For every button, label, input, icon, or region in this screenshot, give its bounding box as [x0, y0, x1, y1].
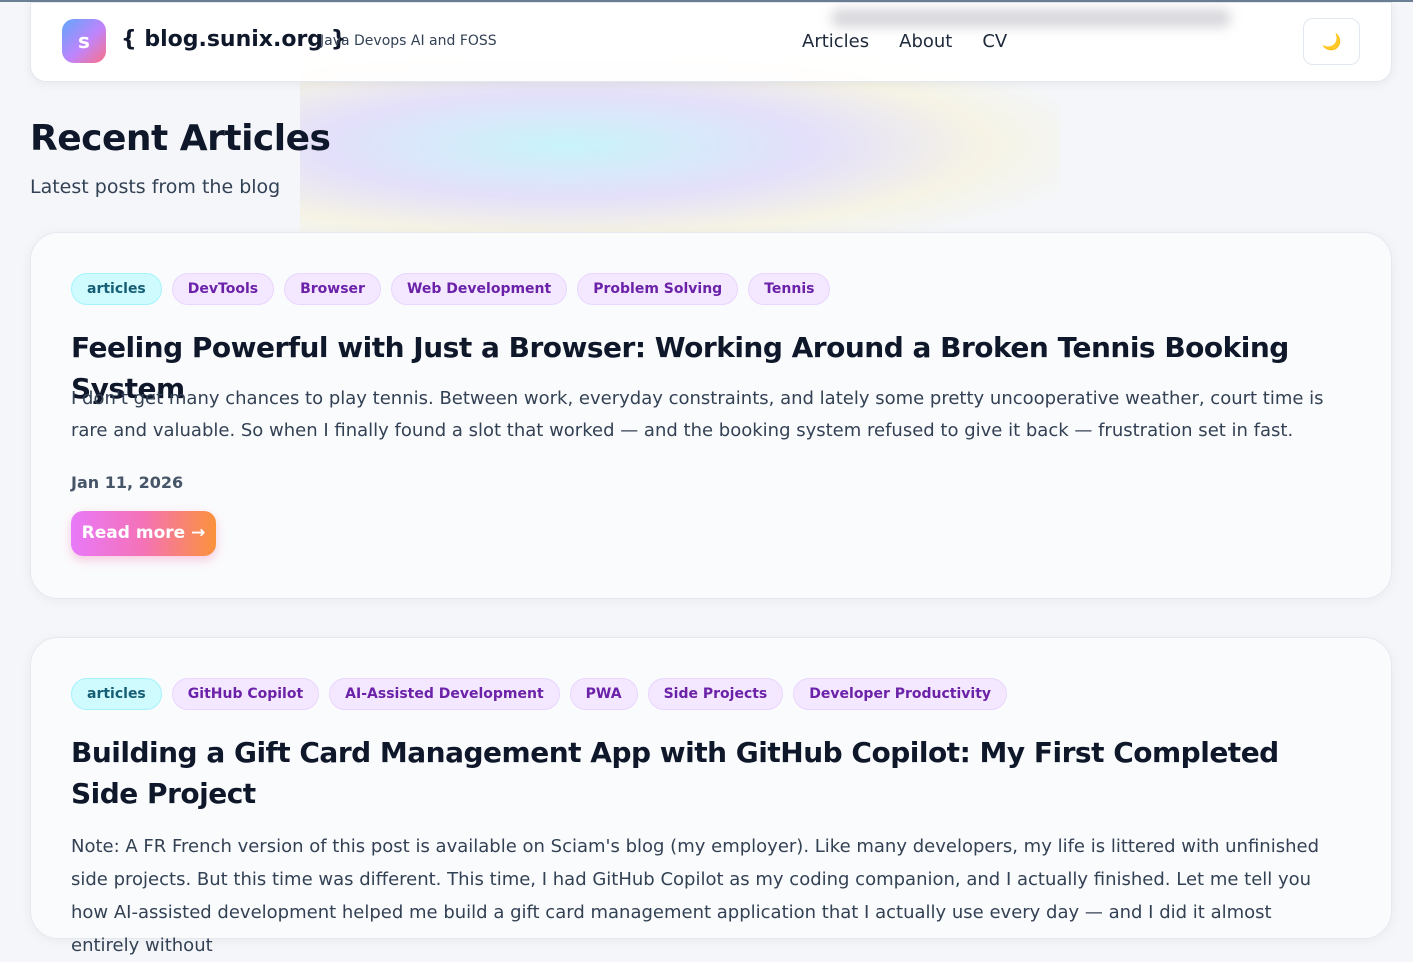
tag-side-projects[interactable]: Side Projects [647, 678, 784, 710]
tag-github-copilot[interactable]: GitHub Copilot [171, 678, 320, 710]
tag-list: articles DevTools Browser Web Developmen… [71, 273, 831, 305]
header-blur-artifact [831, 9, 1231, 27]
nav-articles[interactable]: Articles [802, 31, 869, 52]
article-card: articles GitHub Copilot AI-Assisted Deve… [30, 637, 1392, 956]
tag-devtools[interactable]: DevTools [171, 273, 275, 305]
tag-articles[interactable]: articles [71, 273, 162, 305]
tag-web-development[interactable]: Web Development [390, 273, 568, 305]
page-title: Recent Articles [30, 118, 331, 159]
page-subtitle: Latest posts from the blog [30, 176, 281, 198]
moon-icon: 🌙 [1321, 32, 1342, 51]
tag-developer-productivity[interactable]: Developer Productivity [793, 678, 1008, 710]
nav-cv[interactable]: CV [982, 31, 1007, 52]
site-logo[interactable]: s [62, 19, 106, 63]
background-gradient [300, 60, 1060, 250]
article-date: Jan 11, 2026 [71, 473, 184, 492]
tag-browser[interactable]: Browser [284, 273, 381, 305]
main-nav: Articles About CV [802, 31, 1007, 52]
read-more-button[interactable]: Read more → [71, 511, 216, 556]
nav-about[interactable]: About [899, 31, 952, 52]
article-card: articles DevTools Browser Web Developmen… [30, 232, 1392, 599]
tag-list: articles GitHub Copilot AI-Assisted Deve… [71, 678, 1008, 710]
article-title-link[interactable]: Building a Gift Card Management App with… [71, 732, 1341, 814]
site-tagline: Java Devops AI and FOSS [320, 33, 497, 49]
article-excerpt: I don't get many chances to play tennis.… [71, 388, 1324, 441]
tag-articles[interactable]: articles [71, 678, 162, 710]
tag-tennis[interactable]: Tennis [748, 273, 831, 305]
tag-ai-assisted-development[interactable]: AI-Assisted Development [329, 678, 560, 710]
site-name-link[interactable]: { blog.sunix.org } [121, 27, 346, 52]
tag-pwa[interactable]: PWA [569, 678, 638, 710]
theme-toggle-button[interactable]: 🌙 [1303, 18, 1360, 65]
article-excerpt: Note: A FR French version of this post i… [71, 836, 1319, 956]
tag-problem-solving[interactable]: Problem Solving [577, 273, 739, 305]
site-header: s { blog.sunix.org } Java Devops AI and … [30, 2, 1392, 82]
